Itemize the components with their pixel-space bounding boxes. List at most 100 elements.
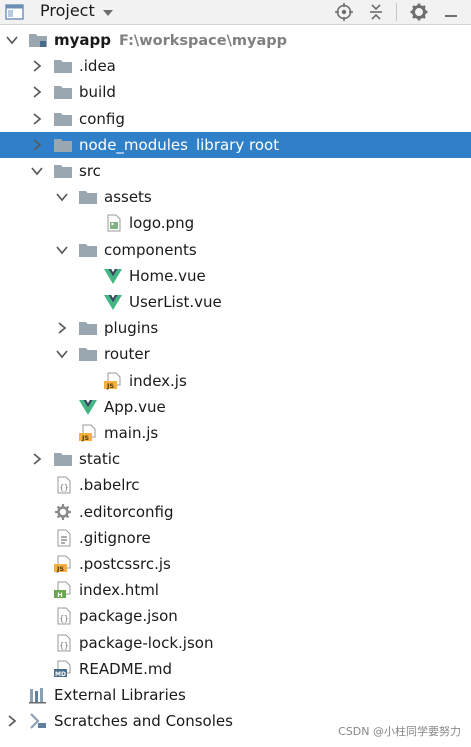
tree-row-router[interactable]: router — [0, 341, 471, 367]
tree-row-config[interactable]: config — [0, 106, 471, 132]
item-name: assets — [104, 188, 152, 207]
settings-icon[interactable] — [409, 2, 429, 22]
item-name: .postcssrc.js — [79, 555, 171, 573]
svg-text:JS: JS — [56, 565, 64, 573]
tree-row-package-json[interactable]: {} package.json — [0, 603, 471, 629]
folder-icon — [53, 83, 73, 101]
item-name: logo.png — [129, 214, 195, 233]
chevron-down-icon[interactable] — [5, 33, 19, 47]
item-name: package-lock.json — [79, 633, 214, 652]
watermark: CSDN @小柱同学要努力 — [338, 725, 461, 738]
svg-text:{}: {} — [59, 483, 68, 492]
item-name: static — [79, 450, 121, 469]
chevron-right-icon[interactable] — [5, 714, 19, 728]
tree-row-label: main.js — [104, 420, 158, 446]
chevron-down-icon[interactable] — [30, 164, 44, 178]
chevron-down-icon[interactable] — [55, 243, 69, 257]
tree-row-label: .idea — [79, 53, 116, 79]
chevron-down-icon[interactable] — [101, 2, 115, 22]
tree-row-router-index-js[interactable]: JS index.js — [0, 368, 471, 394]
project-path: F:\workspace\myapp — [119, 33, 287, 49]
tree-row-index-html[interactable]: Hindex.html — [0, 577, 471, 603]
tree-row-package-lock-json[interactable]: {} package-lock.json — [0, 630, 471, 656]
project-tool-window-header: Project — [0, 0, 471, 25]
toolbar-separator — [396, 3, 397, 21]
tree-row-home-vue[interactable]: Home.vue — [0, 263, 471, 289]
tree-row-label: static — [79, 446, 120, 472]
tree-row-build[interactable]: build — [0, 79, 471, 105]
tree-row-label: UserList.vue — [129, 289, 222, 315]
collapse-all-icon[interactable] — [366, 2, 386, 22]
item-name: .idea — [79, 57, 116, 76]
tree-row-myapp[interactable]: myapp F:\workspace\myapp — [0, 27, 471, 53]
item-name: .gitignore — [79, 528, 151, 547]
chevron-down-icon[interactable] — [55, 347, 69, 361]
tree-row-label: .editorconfig — [79, 499, 173, 525]
tree-row-label: External Libraries — [54, 682, 186, 708]
item-name: router — [104, 345, 150, 364]
chevron-right-icon[interactable] — [30, 138, 44, 152]
html-file-icon: H — [53, 581, 73, 599]
tree-row-app-vue[interactable]: App.vue — [0, 394, 471, 420]
tree-row-userlist-vue[interactable]: UserList.vue — [0, 289, 471, 315]
tree-row-readme-md[interactable]: MD README.md — [0, 656, 471, 682]
tree-row-node-modules[interactable]: node_modules library root — [0, 131, 471, 158]
folder-icon — [78, 188, 98, 206]
folder-icon — [53, 136, 73, 154]
json-file-icon: {} — [53, 607, 73, 625]
tree-row-label: assets — [104, 184, 152, 210]
tree-row-idea[interactable]: .idea — [0, 53, 471, 79]
item-name: src — [79, 162, 101, 180]
svg-text:MD: MD — [55, 671, 66, 678]
tree-row-label: .babelrc — [79, 472, 139, 498]
tree-row-src[interactable]: src — [0, 158, 471, 184]
tree-row-label: .gitignore — [79, 525, 151, 551]
tree-row-assets[interactable]: assets — [0, 184, 471, 210]
item-name: Home.vue — [129, 266, 206, 285]
svg-text:{}: {} — [59, 614, 68, 623]
tree-row-babelrc[interactable]: {} .babelrc — [0, 472, 471, 498]
folder-icon — [78, 319, 98, 337]
locate-icon[interactable] — [334, 2, 354, 22]
tree-row-gitignore[interactable]: .gitignore — [0, 525, 471, 551]
vue-file-icon — [78, 398, 98, 416]
item-name: plugins — [104, 319, 159, 338]
tree-row-label: build — [79, 79, 116, 105]
svg-text:H: H — [57, 591, 62, 599]
hide-icon[interactable] — [441, 2, 461, 22]
item-name: External Libraries — [54, 686, 186, 704]
chevron-right-icon[interactable] — [30, 112, 44, 126]
tree-row-external-libraries[interactable]: External Libraries — [0, 682, 471, 708]
tree-row-label: router — [104, 341, 150, 367]
tree-row-main-js[interactable]: JS main.js — [0, 420, 471, 446]
library-root-badge: library root — [195, 135, 280, 154]
chevron-down-icon[interactable] — [55, 190, 69, 204]
chevron-right-icon[interactable] — [55, 321, 69, 335]
image-file-icon — [103, 214, 123, 232]
project-panel-icon — [4, 3, 26, 21]
tree-row-logo-png[interactable]: logo.png — [0, 210, 471, 236]
chevron-right-icon[interactable] — [30, 85, 44, 99]
svg-text:JS: JS — [106, 382, 114, 390]
js-file-icon: JS — [53, 555, 73, 573]
tree-row-static[interactable]: static — [0, 446, 471, 472]
tree-row-label: package-lock.json — [79, 630, 213, 656]
tree-row-postcssrc-js[interactable]: JS .postcssrc.js — [0, 551, 471, 577]
item-name: components — [104, 240, 197, 259]
tree-row-editorconfig[interactable]: .editorconfig — [0, 499, 471, 525]
tree-row-label: index.html — [79, 577, 159, 603]
tree-row-label: config — [79, 106, 125, 132]
chevron-right-icon[interactable] — [30, 452, 44, 466]
tree-row-label: components — [104, 237, 197, 263]
item-name: index.html — [79, 581, 159, 600]
vue-file-icon — [103, 267, 123, 285]
tree-row-label: src — [79, 158, 101, 184]
scratches-icon — [28, 712, 48, 730]
folder-icon — [53, 57, 73, 75]
chevron-right-icon[interactable] — [30, 59, 44, 73]
item-name: main.js — [104, 424, 159, 442]
panel-title[interactable]: Project — [40, 1, 95, 21]
tree-row-components[interactable]: components — [0, 237, 471, 263]
item-name: Scratches and Consoles — [54, 712, 233, 731]
tree-row-plugins[interactable]: plugins — [0, 315, 471, 341]
